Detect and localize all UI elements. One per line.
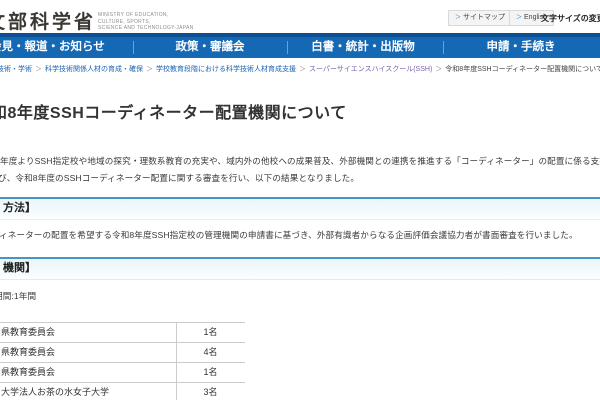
breadcrumb: 技術・学術＞科学技術関係人材の育成・確保＞学校教育段階における科学技術人材育成支… [0,64,600,74]
table-row: 県教育委員会 4名 [0,343,245,363]
breadcrumb-separator: ＞ [146,66,153,73]
nav-separator [443,41,444,54]
nav-separator [133,41,134,54]
breadcrumb-separator: ＞ [435,66,443,73]
table-row: 県教育委員会 1名 [0,363,245,383]
results-table: 県教育委員会 1名 県教育委員会 4名 県教育委員会 1名 大学法人お茶の水女子… [0,322,245,400]
organization-cell: 県教育委員会 [0,363,177,382]
breadcrumb-current: 令和8年度SSHコーディネーター配置機関について [445,66,600,73]
nav-item-press[interactable]: 会見・報道・お知らせ [0,37,105,58]
method-text: ィネーターの配置を希望する令和8年度SSH指定校の管理機関の申請書に基づき、外部… [0,230,578,240]
section-heading-organizations-label: 機関】 [3,262,36,274]
page-title: 和8年度SSHコーディネーター配置機関について [0,105,347,122]
mext-logo-subtext: MINISTRY OF EDUCATION, CULTURE, SPORTS, … [98,12,194,32]
intro-text-line: び、令和8年度のSSHコーディネーター配置に関する審査を行い、以下の結果となりま… [0,173,360,183]
table-row: 大学法人お茶の水女子大学 3名 [0,383,245,400]
breadcrumb-link[interactable]: 科学技術関係人材の育成・確保 [45,66,143,73]
count-cell: 1名 [203,327,218,337]
sitemap-button[interactable]: ＞サイトマップ [448,10,513,26]
nav-item-publications[interactable]: 白書・統計・出版物 [311,37,415,58]
sitemap-button-label: サイトマップ [463,14,506,21]
nav-item-applications[interactable]: 申請・手続き [487,37,556,58]
count-cell: 1名 [203,367,218,377]
count-cell: 4名 [203,347,218,357]
text-size-label: 文字サイズの変更 [541,14,600,23]
breadcrumb-link[interactable]: 学校教育段階における科学技術人材育成支援 [156,66,296,73]
breadcrumb-separator: ＞ [299,66,306,73]
nav-separator [287,41,288,54]
organization-cell: 県教育委員会 [0,343,177,362]
count-cell: 3名 [203,387,218,397]
logo-subtext-line: SCIENCE AND TECHNOLOGY-JAPAN [98,25,194,31]
section-heading-organizations: 機関】 [0,257,600,280]
mext-logo[interactable]: 文部科学省 [0,7,96,34]
chevron-right-icon: ＞ [516,15,523,21]
nav-item-policy[interactable]: 政策・審議会 [176,37,245,58]
placement-period-text: 期間:1年間 [0,291,37,301]
chevron-right-icon: ＞ [455,15,462,21]
organization-cell: 大学法人お茶の水女子大学 [0,383,177,400]
intro-text-line: 年度よりSSH指定校や地域の探究・理数系教育の充実や、域内外の他校への成果普及、… [0,156,600,166]
global-nav: 会見・報道・お知らせ 政策・審議会 白書・統計・出版物 申請・手続き [0,33,600,58]
organization-cell: 県教育委員会 [0,323,177,342]
section-heading-method: 方法】 [0,197,600,220]
section-heading-method-label: 方法】 [3,202,36,214]
breadcrumb-separator: ＞ [35,66,42,73]
page: 文部科学省 MINISTRY OF EDUCATION, CULTURE, SP… [0,0,600,400]
table-row: 県教育委員会 1名 [0,323,245,343]
breadcrumb-link[interactable]: 技術・学術 [0,66,32,73]
breadcrumb-link-ssh[interactable]: スーパーサイエンスハイスクール(SSH) [309,66,432,73]
